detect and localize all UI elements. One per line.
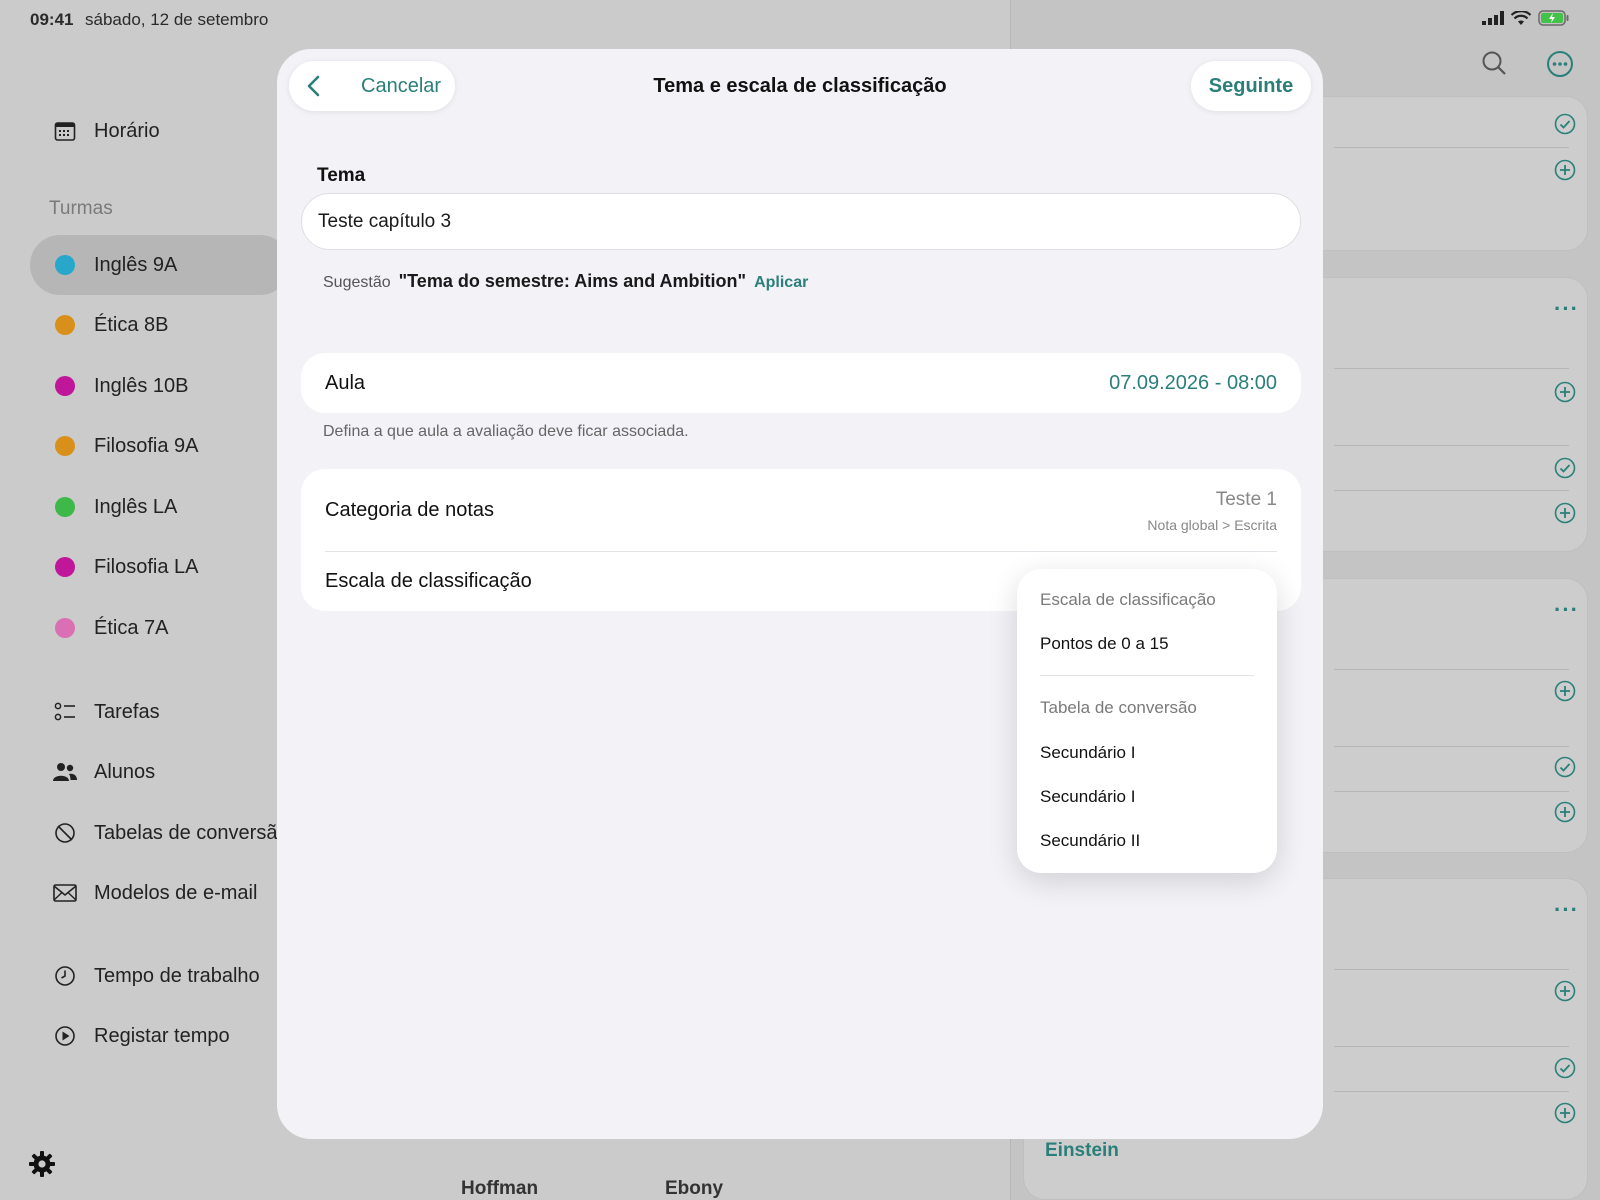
play-circle-icon: [52, 1023, 78, 1049]
wifi-icon: [1511, 10, 1531, 25]
settings-gear-icon[interactable]: [28, 1150, 56, 1183]
sidebar-item-label: Tempo de trabalho: [94, 964, 260, 987]
grade-category-main: Teste 1: [1215, 489, 1277, 510]
sidebar-item-email-templates[interactable]: Modelos de e-mail: [52, 878, 257, 908]
sidebar-item-working-time[interactable]: Tempo de trabalho: [52, 961, 260, 991]
grading-scale-label: Escala de classificação: [325, 570, 532, 592]
clock-icon: [52, 963, 78, 989]
sidebar-item-class[interactable]: Inglês 9A: [52, 250, 177, 280]
plus-circle-icon: [1554, 381, 1576, 403]
grading-scale-menu: Escala de classificação Pontos de 0 a 15…: [1017, 569, 1277, 873]
menu-item-conversion[interactable]: Secundário I: [1040, 743, 1135, 763]
more-dots-icon: ···: [1554, 597, 1579, 622]
grade-category-label: Categoria de notas: [325, 498, 495, 521]
sidebar-item-label: Filosofia 9A: [94, 434, 199, 457]
sidebar-item-class[interactable]: Filosofia LA: [52, 552, 199, 582]
sidebar-item-conversion-tables[interactable]: Tabelas de conversão: [52, 818, 289, 848]
background-student-name: Ebony: [665, 1178, 724, 1199]
menu-divider: [1040, 675, 1254, 676]
sidebar-item-students[interactable]: Alunos: [52, 757, 155, 787]
plus-circle-icon: [1554, 980, 1576, 1002]
grade-category-row[interactable]: Categoria de notas Teste 1 Nota global >…: [301, 469, 1301, 551]
status-icons: [1482, 10, 1570, 26]
sidebar-item-label: Alunos: [94, 760, 156, 783]
class-color-dot: [55, 557, 75, 577]
check-circle-icon: [1554, 1057, 1576, 1079]
more-dots-icon: ···: [1554, 296, 1579, 321]
status-bar: 09:41 sábado, 12 de setembro: [0, 0, 1600, 38]
more-dots-icon: ···: [1554, 897, 1579, 922]
grade-category-value: Teste 1 Nota global > Escrita: [1147, 489, 1277, 533]
calendar-icon: [52, 118, 78, 144]
check-circle-icon: [1554, 457, 1576, 479]
sidebar-item-label: Ética 7A: [94, 616, 169, 639]
sidebar-item-class[interactable]: Filosofia 9A: [52, 431, 199, 461]
lesson-row[interactable]: Aula 07.09.2026 - 08:00: [301, 353, 1301, 413]
topic-label: Tema: [317, 165, 366, 186]
menu-item-conversion[interactable]: Secundário II: [1040, 831, 1140, 851]
background-student-name: Hoffman: [461, 1178, 539, 1199]
menu-section-heading: Escala de classificação: [1040, 590, 1216, 609]
plus-circle-icon: [1554, 680, 1576, 702]
sidebar-item-tasks[interactable]: Tarefas: [52, 697, 160, 727]
menu-item-scale[interactable]: Pontos de 0 a 15: [1040, 634, 1169, 654]
status-date: sábado, 12 de setembro: [85, 10, 269, 29]
class-color-dot: [55, 255, 75, 275]
sidebar-item-class[interactable]: Inglês 10B: [52, 371, 189, 401]
sidebar-item-label: Modelos de e-mail: [94, 881, 258, 904]
plus-circle-icon: [1554, 1102, 1576, 1124]
status-time: 09:41: [30, 10, 74, 29]
more-options-icon[interactable]: [1546, 50, 1574, 78]
class-color-dot: [55, 315, 75, 335]
class-color-dot: [55, 618, 75, 638]
suggestion-text: "Tema do semestre: Aims and Ambition": [398, 271, 747, 291]
sidebar-item-schedule[interactable]: Horário: [52, 116, 160, 146]
class-color-dot: [55, 497, 75, 517]
sidebar-item-label: Inglês 10B: [94, 374, 189, 397]
check-circle-icon: [1554, 113, 1576, 135]
sidebar-item-label: Inglês 9A: [94, 253, 178, 276]
background-student-name: Einstein: [1045, 1140, 1119, 1161]
lesson-value[interactable]: 07.09.2026 - 08:00: [1109, 372, 1277, 395]
modal-header: Cancelar Tema e escala de classificação …: [277, 49, 1323, 131]
grade-category-path: Nota global > Escrita: [1147, 517, 1277, 533]
modal-title: Tema e escala de classificação: [653, 75, 947, 97]
sidebar-item-label: Registar tempo: [94, 1024, 230, 1047]
sidebar-item-label: Tarefas: [94, 700, 160, 723]
conversion-slash-icon: [52, 820, 78, 846]
classes-heading: Turmas: [49, 198, 113, 219]
envelope-icon: [52, 880, 78, 906]
next-button[interactable]: Seguinte: [1191, 61, 1311, 111]
plus-circle-icon: [1554, 801, 1576, 823]
apply-suggestion-button[interactable]: Aplicar: [754, 274, 808, 292]
plus-circle-icon: [1554, 502, 1576, 524]
sidebar-item-label: Ética 8B: [94, 313, 169, 336]
class-color-dot: [55, 436, 75, 456]
search-icon[interactable]: [1481, 50, 1507, 76]
sidebar-item-record-time[interactable]: Registar tempo: [52, 1021, 230, 1051]
people-icon: [52, 759, 78, 785]
suggestion-label: Sugestão: [323, 274, 391, 291]
topic-suggestion: Sugestão "Tema do semestre: Aims and Amb…: [323, 271, 808, 292]
plus-circle-icon: [1554, 159, 1576, 181]
menu-section-heading: Tabela de conversão: [1040, 698, 1197, 717]
check-circle-icon: [1554, 756, 1576, 778]
sidebar-item-class[interactable]: Ética 8B: [52, 310, 168, 340]
sidebar-item-label: Horário: [94, 119, 160, 142]
sidebar-item-label: Filosofia LA: [94, 555, 199, 578]
topic-input[interactable]: [301, 193, 1301, 250]
class-color-dot: [55, 376, 75, 396]
cellular-signal-icon: [1482, 11, 1504, 25]
sidebar-item-class[interactable]: Inglês LA: [52, 492, 177, 522]
menu-item-conversion[interactable]: Secundário I: [1040, 787, 1135, 807]
lesson-group: Aula 07.09.2026 - 08:00: [301, 353, 1301, 413]
lesson-hint: Defina a que aula a avaliação deve ficar…: [323, 423, 689, 440]
sidebar-item-label: Tabelas de conversão: [94, 821, 289, 844]
checklist-icon: [52, 699, 78, 725]
lesson-label: Aula: [325, 371, 366, 394]
battery-charging-icon: [1538, 10, 1569, 26]
sidebar-item-class[interactable]: Ética 7A: [52, 613, 168, 643]
sidebar-item-label: Inglês LA: [94, 495, 178, 518]
